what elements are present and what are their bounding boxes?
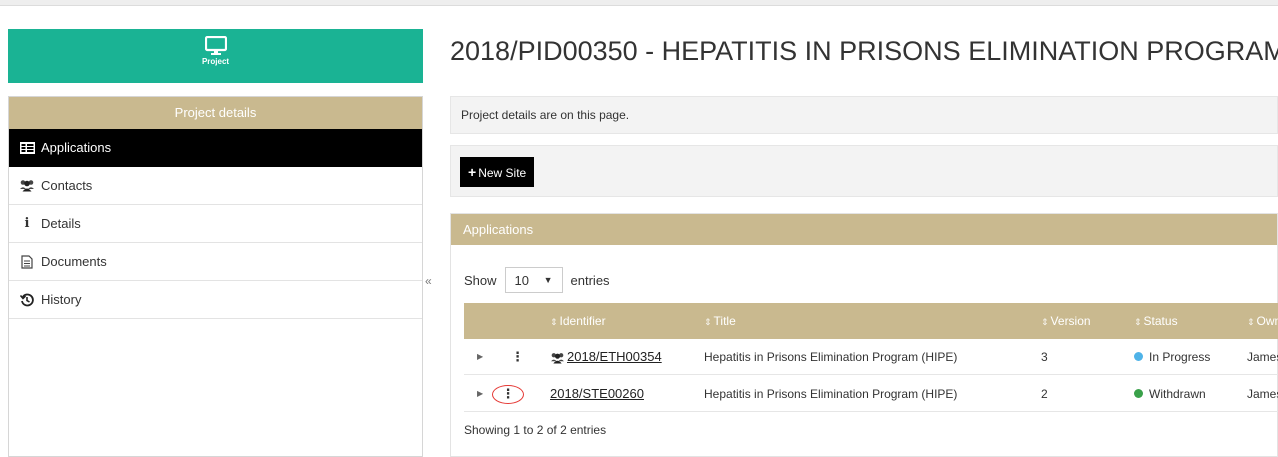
project-tile-button[interactable]: Project [8, 29, 423, 83]
new-site-button[interactable]: + New Site [460, 157, 535, 187]
caret-down-icon: ▼ [543, 275, 553, 285]
info-text: Project details are on this page. [461, 108, 630, 122]
identifier-link[interactable]: 2018/STE00260 [550, 386, 644, 401]
sort-icon: ⇕ [1247, 317, 1255, 327]
table-row: ▶ ⋮ 2018/STE00260 Hepatitis in Prisons E… [464, 376, 1278, 412]
table-header: ⇕ Identifier ⇕ Title ⇕ Version ⇕ Status ⇕ Own… [464, 303, 1278, 339]
identifier-cell: 2018/ETH00354 [550, 339, 662, 375]
sidebar-header: Project details [9, 97, 422, 129]
status-dot-icon [1134, 352, 1143, 362]
owner-cell: James [1247, 350, 1278, 364]
row-actions-kebab-icon[interactable]: ⋮ [492, 385, 524, 404]
new-site-label: New Site [478, 166, 527, 180]
sidebar-item-label: Applications [41, 140, 112, 155]
column-header-version[interactable]: ⇕ Version [1041, 303, 1091, 340]
row-expand-icon[interactable]: ▶ [477, 376, 483, 412]
collapse-chevron-icon: « [425, 274, 432, 288]
row-expand-icon[interactable]: ▶ [477, 339, 483, 375]
sort-icon: ⇕ [550, 317, 558, 327]
column-header-status[interactable]: ⇕ Status [1134, 303, 1178, 340]
users-icon [551, 352, 564, 364]
title-cell: Hepatitis in Prisons Elimination Program… [704, 350, 958, 364]
sort-icon: ⇕ [1041, 317, 1049, 327]
column-header-owner[interactable]: ⇕Owner [1247, 303, 1278, 340]
row-actions-kebab-icon[interactable]: ⋮ [511, 339, 524, 375]
project-tile-label: Project [201, 57, 230, 66]
sidebar-item-label: Details [41, 216, 81, 231]
monitor-icon [204, 36, 227, 55]
version-cell: 2 [1041, 387, 1048, 401]
owner-cell: James [1247, 387, 1278, 401]
version-cell: 3 [1041, 350, 1048, 364]
status-cell: In Progress [1134, 339, 1210, 375]
applications-panel-header: Applications [451, 214, 1277, 245]
column-header-title[interactable]: ⇕ Title [704, 303, 736, 340]
sidebar-item-label: History [41, 292, 82, 307]
entries-per-page-select[interactable]: 10 ▼ [504, 267, 563, 293]
status-dot-icon [1134, 389, 1143, 399]
title-cell: Hepatitis in Prisons Elimination Program… [704, 387, 958, 401]
sidebar-item-documents[interactable]: Documents [9, 243, 422, 281]
info-bar: Project details are on this page. [450, 96, 1278, 134]
identifier-link[interactable]: 2018/ETH00354 [567, 349, 662, 364]
sidebar-item-label: Documents [41, 254, 107, 269]
show-label: Show [464, 272, 497, 288]
applications-panel: Applications Show 10 ▼ entries ⇕ Identifi… [450, 213, 1278, 457]
status-text: In Progress [1149, 350, 1211, 364]
sidebar-item-details[interactable]: i Details [9, 205, 422, 243]
sidebar-item-label: Contacts [41, 178, 93, 193]
entries-per-page-value: 10 [514, 272, 529, 288]
sort-icon: ⇕ [704, 317, 712, 327]
table-row: ▶ ⋮ 2018/ETH00354 Hepatitis in Prisons E… [464, 339, 1278, 375]
sort-icon: ⇕ [1134, 317, 1142, 327]
table-info-text: Showing 1 to 2 of 2 entries [464, 423, 607, 437]
sidebar-collapse-toggle[interactable]: « [423, 96, 435, 457]
sidebar-item-history[interactable]: History [9, 281, 422, 319]
identifier-cell: 2018/STE00260 [550, 376, 644, 412]
column-header-identifier[interactable]: ⇕ Identifier [550, 303, 606, 340]
top-bar [0, 0, 1278, 6]
status-cell: Withdrawn [1134, 376, 1206, 412]
page-title: 2018/PID00350 - HEPATITIS IN PRISONS ELI… [450, 36, 1278, 66]
list-icon [19, 141, 35, 155]
info-icon: i [24, 216, 30, 231]
history-icon [19, 293, 35, 307]
sidebar-item-applications[interactable]: Applications [9, 129, 422, 167]
status-text: Withdrawn [1149, 387, 1206, 401]
document-icon [19, 254, 35, 269]
entries-label: entries [570, 272, 610, 288]
users-icon [19, 179, 35, 193]
entries-length-control: Show 10 ▼ entries [464, 267, 610, 293]
sidebar-item-contacts[interactable]: Contacts [9, 167, 422, 205]
project-details-sidebar: Project details Applications Contacts i … [8, 96, 423, 457]
action-bar: + New Site [450, 145, 1278, 197]
plus-icon: + [468, 164, 477, 180]
